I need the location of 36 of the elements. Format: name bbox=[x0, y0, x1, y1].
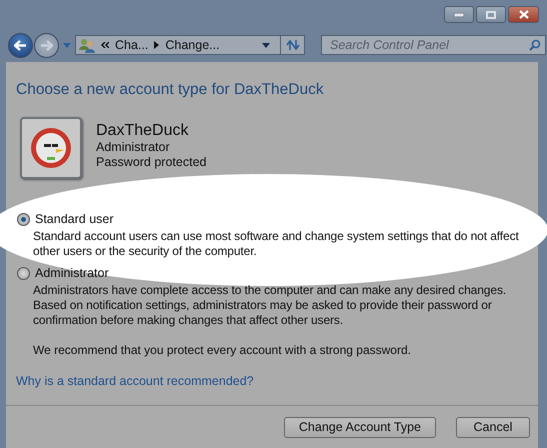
minimize-icon bbox=[454, 12, 464, 16]
change-account-type-button[interactable]: Change Account Type bbox=[284, 416, 436, 438]
option-label[interactable]: Administrator bbox=[35, 266, 109, 280]
address-bar[interactable]: Cha... Change... bbox=[75, 35, 281, 55]
option-label[interactable]: Standard user bbox=[35, 212, 114, 226]
breadcrumb-item[interactable]: Cha... bbox=[115, 38, 148, 52]
close-button[interactable] bbox=[508, 6, 539, 23]
refresh-arrows-icon bbox=[286, 39, 300, 51]
help-link[interactable]: Why is a standard account recommended? bbox=[16, 374, 254, 388]
close-icon bbox=[518, 10, 528, 19]
users-icon bbox=[79, 38, 95, 52]
double-chevron-icon bbox=[101, 42, 109, 48]
page-heading: Choose a new account type for DaxTheDuck bbox=[16, 81, 325, 99]
maximize-button[interactable] bbox=[476, 6, 506, 23]
back-button[interactable] bbox=[8, 32, 33, 58]
account-type: Administrator bbox=[96, 140, 171, 155]
dropdown-caret-icon[interactable] bbox=[262, 42, 270, 48]
option-description: Standard account users can use most software and change system settings that do not affect other users or the security of the computer. bbox=[33, 229, 520, 259]
refresh-button[interactable] bbox=[281, 35, 305, 55]
minimize-button[interactable] bbox=[444, 6, 474, 23]
search-field[interactable]: Search Control Panel bbox=[330, 36, 529, 54]
breadcrumb-item[interactable]: Change... bbox=[165, 38, 220, 52]
search-icon bbox=[529, 39, 541, 51]
radio-button[interactable] bbox=[17, 266, 30, 280]
option-description: Administrators have complete access to the computer and can make any desired changes. Based on notification settings, administrators may be asked to provide their password or confirmation before making changes that affect other users. bbox=[33, 283, 508, 328]
maximize-icon bbox=[486, 10, 496, 18]
search-box[interactable]: Search Control Panel bbox=[321, 35, 546, 55]
account-name: DaxTheDuck bbox=[96, 121, 190, 140]
cancel-button[interactable]: Cancel bbox=[456, 416, 530, 438]
recommendation-text: We recommend that you protect every account with a strong password. bbox=[33, 343, 412, 357]
forward-arrow-icon bbox=[40, 40, 53, 50]
breadcrumb-arrow-icon bbox=[154, 41, 160, 49]
back-arrow-icon bbox=[14, 40, 27, 50]
password-status: Password protected bbox=[96, 155, 206, 170]
duck-logo-icon bbox=[30, 127, 72, 169]
forward-button[interactable] bbox=[34, 32, 59, 58]
